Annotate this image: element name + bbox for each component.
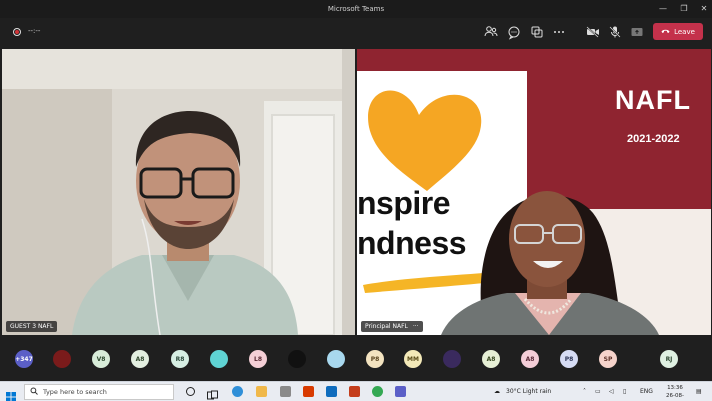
video-tile-guest[interactable]: GUEST 3 NAFL (2, 49, 355, 335)
cortana-icon[interactable] (186, 387, 195, 396)
leave-label: Leave (674, 27, 695, 36)
taskbar-search-box[interactable]: Type here to search (24, 384, 174, 400)
participant-avatar[interactable]: A8 (131, 350, 149, 368)
recording-icon (13, 28, 21, 36)
search-placeholder: Type here to search (43, 388, 107, 396)
volume-icon[interactable]: ◁ (609, 388, 614, 395)
participant-strip: +347 V8 A8 R8 L8 P8 MM A8 A8 P8 SP RJ (0, 337, 712, 381)
powerpoint-icon[interactable] (349, 386, 360, 397)
windows-taskbar: Type here to search ☁ 30°C Light rain ˄ … (0, 381, 712, 401)
participant-avatar[interactable] (443, 350, 461, 368)
chat-icon[interactable] (506, 24, 522, 40)
video-tile-principal[interactable]: NAFL 2021-2022 nspire ndness Principal N… (357, 49, 711, 335)
network-icon[interactable]: ▭ (595, 388, 601, 395)
clock-time: 13:36 (667, 385, 683, 391)
participant-avatar[interactable]: P8 (366, 350, 384, 368)
input-language[interactable]: ENG (640, 388, 653, 395)
participant-avatar[interactable] (327, 350, 345, 368)
notification-icon[interactable]: ▤ (696, 388, 702, 395)
slide-year-text: 2021-2022 (627, 133, 680, 145)
weather-icon[interactable]: ☁ (494, 388, 500, 395)
window-title: Microsoft Teams (327, 5, 385, 13)
camera-off-icon[interactable] (585, 24, 601, 40)
participant-name-tag: Principal NAFL ··· (361, 321, 423, 332)
participants-icon[interactable] (483, 24, 499, 40)
participant-avatar[interactable]: RJ (660, 350, 678, 368)
participant-avatar[interactable]: A8 (482, 350, 500, 368)
teams-app-icon[interactable] (395, 386, 406, 397)
teams-window: Microsoft Teams — ❐ ✕ --:-- Leave GUEST … (0, 0, 712, 401)
weather-status[interactable]: 30°C Light rain (506, 388, 551, 395)
breakout-rooms-icon[interactable] (529, 24, 545, 40)
participant-avatar[interactable] (210, 350, 228, 368)
participant-name: GUEST 3 NAFL (10, 323, 54, 330)
meeting-toolbar: --:-- Leave (0, 18, 712, 46)
slide-inspire-text: nspire (357, 185, 451, 221)
edge-browser-icon[interactable] (232, 386, 243, 397)
slide-brand-text: NAFL (615, 85, 691, 115)
participant-name-tag: GUEST 3 NAFL (6, 321, 58, 332)
participant-avatar[interactable]: +347 (15, 350, 33, 368)
task-view-icon[interactable] (207, 386, 218, 400)
tray-chevron-up-icon[interactable]: ˄ (583, 388, 586, 395)
taskbar-clock[interactable]: 13:36 26-08-2021 (660, 384, 690, 401)
guest-video-frame (2, 49, 355, 335)
participant-name: Principal NAFL (365, 323, 408, 330)
office-icon[interactable] (303, 386, 314, 397)
leave-button[interactable]: Leave (653, 23, 703, 40)
participant-avatar[interactable]: R8 (171, 350, 189, 368)
participant-avatar[interactable] (53, 350, 71, 368)
maximize-button[interactable]: ❐ (676, 3, 692, 15)
microphone-off-icon[interactable] (607, 24, 623, 40)
participant-avatar[interactable]: MM (404, 350, 422, 368)
meeting-timer: --:-- (28, 27, 41, 35)
participant-more-button[interactable]: ··· (413, 323, 419, 330)
close-button[interactable]: ✕ (696, 3, 712, 15)
file-explorer-icon[interactable] (256, 386, 267, 397)
participant-avatar[interactable]: A8 (521, 350, 539, 368)
more-actions-icon[interactable] (551, 24, 567, 40)
minimize-button[interactable]: — (655, 3, 671, 15)
participant-avatar[interactable] (288, 350, 306, 368)
title-bar: Microsoft Teams — ❐ ✕ (0, 0, 712, 18)
participant-avatar[interactable]: SP (599, 350, 617, 368)
clock-date: 26-08-2021 (666, 393, 684, 399)
participant-avatar[interactable]: P8 (560, 350, 578, 368)
battery-icon[interactable]: ▯ (623, 388, 626, 395)
store-icon[interactable] (280, 386, 291, 397)
phone-hangup-icon (661, 28, 670, 36)
search-icon (30, 387, 38, 397)
windows-start-icon[interactable] (6, 387, 16, 401)
share-screen-icon[interactable] (629, 24, 645, 40)
participant-avatar[interactable]: L8 (249, 350, 267, 368)
slide-kindness-text: ndness (357, 225, 467, 261)
mail-icon[interactable] (326, 386, 337, 397)
chrome-icon[interactable] (372, 386, 383, 397)
participant-avatar[interactable]: V8 (92, 350, 110, 368)
